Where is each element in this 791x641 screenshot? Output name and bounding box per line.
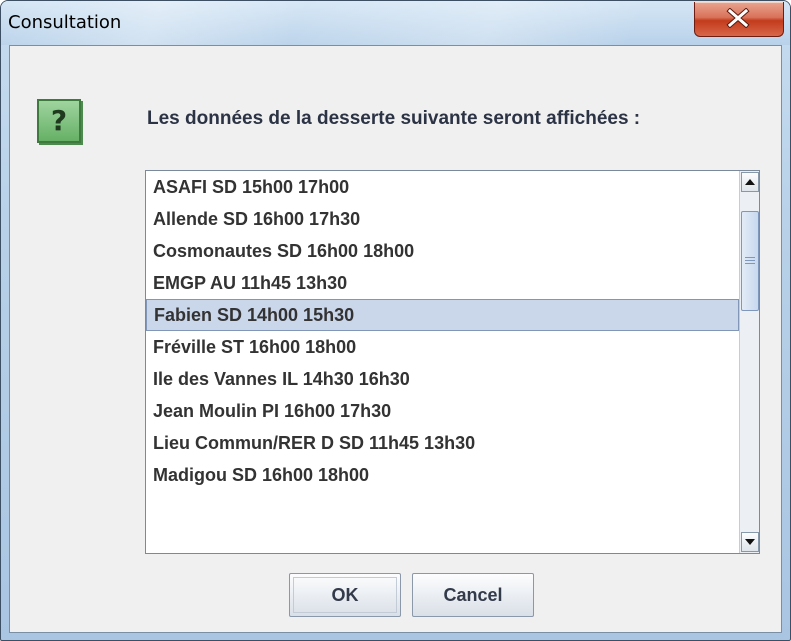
ok-button[interactable]: OK: [289, 573, 401, 617]
question-icon: ?: [37, 99, 81, 143]
list-item[interactable]: Lieu Commun/RER D SD 11h45 13h30: [146, 427, 739, 459]
list-item[interactable]: Jean Moulin PI 16h00 17h30: [146, 395, 739, 427]
dialog-content: ? Les données de la desserte suivante se…: [9, 45, 782, 633]
window-title: Consultation: [8, 12, 122, 33]
scroll-down-button[interactable]: [741, 532, 759, 552]
list-item[interactable]: EMGP AU 11h45 13h30: [146, 267, 739, 299]
desserte-list[interactable]: ASAFI SD 15h00 17h00 Allende SD 16h00 17h…: [145, 170, 760, 554]
list-item[interactable]: Madigou SD 16h00 18h00: [146, 459, 739, 491]
vertical-scrollbar[interactable]: [739, 171, 759, 553]
close-icon: [726, 8, 750, 28]
list-item[interactable]: Ile des Vannes IL 14h30 16h30: [146, 363, 739, 395]
arrow-down-icon: [745, 539, 755, 545]
cancel-button[interactable]: Cancel: [412, 573, 534, 617]
list-item[interactable]: Fréville ST 16h00 18h00: [146, 331, 739, 363]
scrollbar-thumb[interactable]: [741, 211, 759, 311]
arrow-up-icon: [745, 179, 755, 185]
title-bar[interactable]: Consultation: [1, 1, 790, 45]
list-item[interactable]: Allende SD 16h00 17h30: [146, 203, 739, 235]
dialog-message: Les données de la desserte suivante sero…: [147, 108, 641, 129]
list-item[interactable]: Cosmonautes SD 16h00 18h00: [146, 235, 739, 267]
list-items[interactable]: ASAFI SD 15h00 17h00 Allende SD 16h00 17h…: [146, 171, 739, 553]
dialog-window: Consultation ? Les données de la dessert…: [0, 0, 791, 641]
list-item[interactable]: ASAFI SD 15h00 17h00: [146, 171, 739, 203]
close-button[interactable]: [694, 2, 784, 37]
scroll-up-button[interactable]: [741, 172, 759, 192]
list-item-selected[interactable]: Fabien SD 14h00 15h30: [146, 299, 739, 331]
